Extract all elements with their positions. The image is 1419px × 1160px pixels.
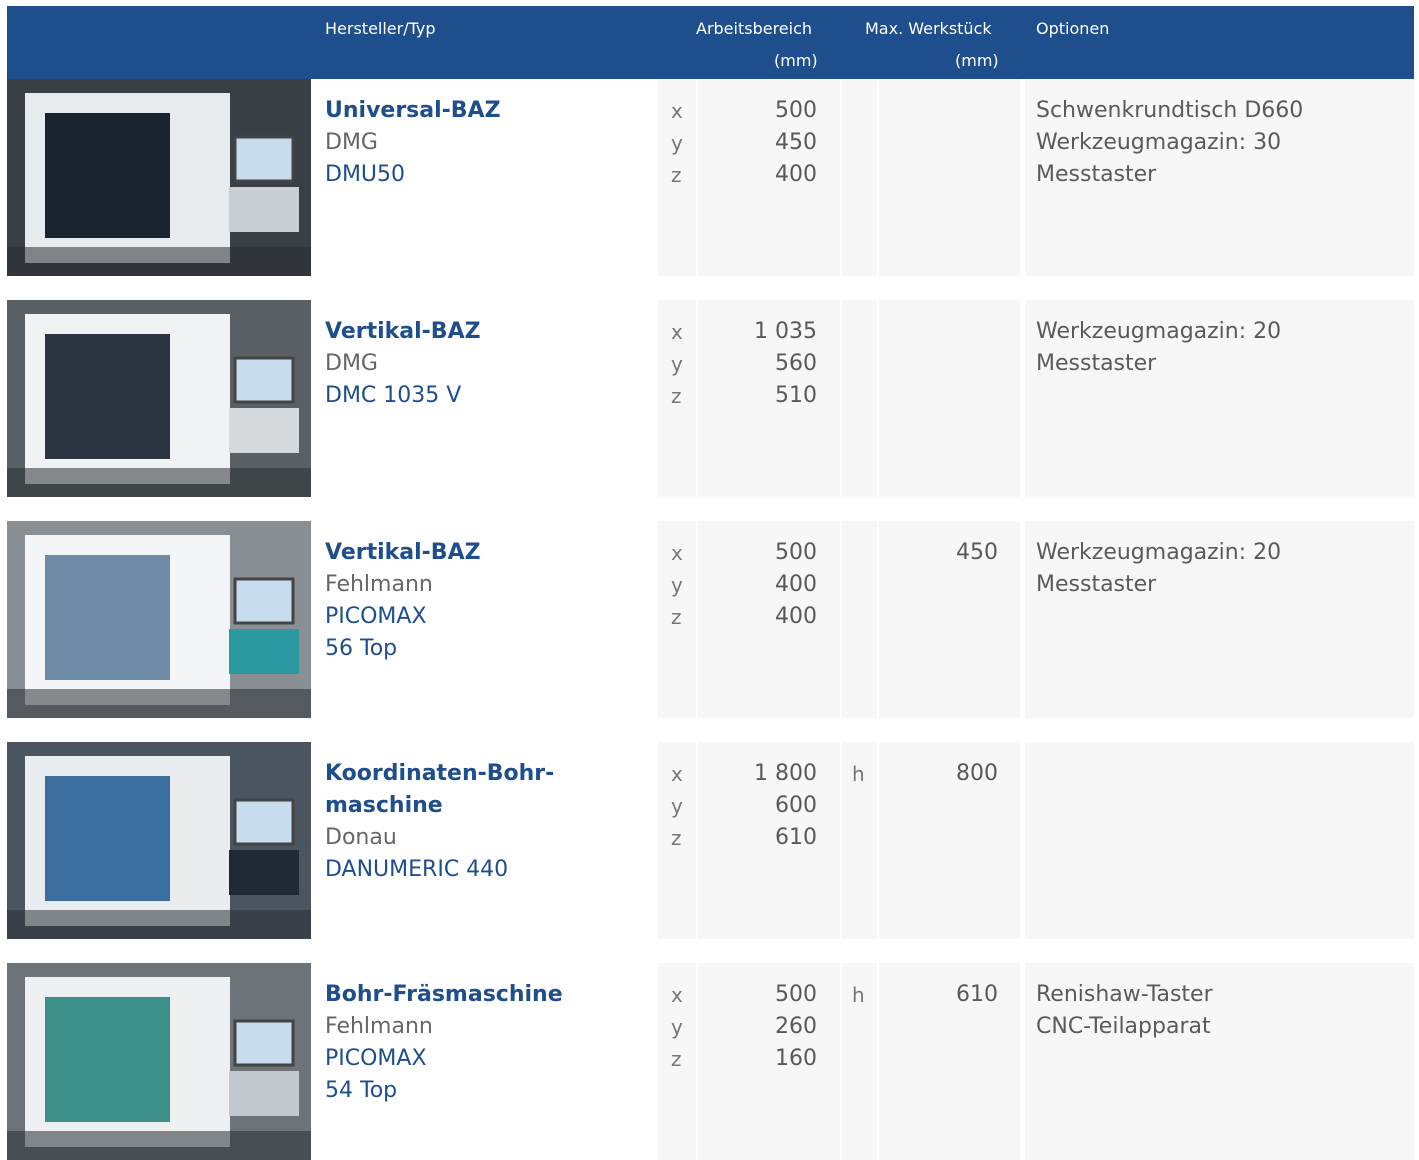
machine-type: Bohr-Fräsmaschine xyxy=(325,982,563,1007)
machine-type: Vertikal-BAZ xyxy=(325,319,481,344)
option-item: CNC-Teilapparat xyxy=(1036,1014,1211,1039)
axis-label: x xyxy=(671,762,683,786)
machine-type: Koordinaten-Bohr- xyxy=(325,761,555,786)
option-item: Messtaster xyxy=(1036,162,1157,187)
axis-label: x xyxy=(671,99,683,123)
working-range-value: 1 035 xyxy=(754,319,817,344)
working-range-value: 1 800 xyxy=(754,761,817,786)
table-row: Koordinaten-Bohr-maschine Donau DANUMERIC … xyxy=(7,742,1414,939)
manufacturer: DMG xyxy=(325,130,378,155)
axis-label: z xyxy=(671,1047,682,1071)
model-name: DMC 1035 V xyxy=(325,383,462,408)
model-name: 54 Top xyxy=(325,1078,398,1103)
working-range-value: 400 xyxy=(775,572,817,597)
working-range-value: 500 xyxy=(775,98,817,123)
table-header: Hersteller/Typ Arbeitsbereich (mm) Max. … xyxy=(7,6,1414,79)
machine-illustration xyxy=(7,300,311,497)
table-cell xyxy=(879,79,1020,276)
table-cell xyxy=(698,79,840,276)
machine-type: Vertikal-BAZ xyxy=(325,540,481,565)
table-cell xyxy=(842,300,877,497)
axis-label: y xyxy=(671,1015,683,1039)
table-cell xyxy=(842,521,877,718)
table-cell xyxy=(1025,742,1414,939)
working-range-value: 400 xyxy=(775,162,817,187)
axis-label: x xyxy=(671,983,683,1007)
working-range-value: 560 xyxy=(775,351,817,376)
table-row: Vertikal-BAZ Fehlmann PICOMAX 56 Top x 500 y 40… xyxy=(7,521,1414,718)
table-cell xyxy=(879,742,1020,939)
table-cell xyxy=(879,963,1020,1160)
manufacturer: DMG xyxy=(325,351,378,376)
model-name: PICOMAX xyxy=(325,1046,427,1071)
option-item: Messtaster xyxy=(1036,572,1157,597)
model-name: PICOMAX xyxy=(325,604,427,629)
model-name: DMU50 xyxy=(325,162,406,187)
workpiece-axis-label: h xyxy=(852,762,865,786)
table-row: Bohr-Fräsmaschine Fehlmann PICOMAX 54 Top x 5… xyxy=(7,963,1414,1160)
axis-label: x xyxy=(671,541,683,565)
workpiece-axis-label: h xyxy=(852,983,865,1007)
axis-label: y xyxy=(671,352,683,376)
machine-photo xyxy=(7,300,311,497)
option-item: Werkzeugmagazin: 30 xyxy=(1036,130,1282,155)
machine-photo xyxy=(7,79,311,276)
machine-illustration xyxy=(7,521,311,718)
table-cell xyxy=(698,963,840,1160)
option-item: Schwenkrundtisch D660 xyxy=(1036,98,1304,123)
working-range-value: 260 xyxy=(775,1014,817,1039)
table-row: Vertikal-BAZ DMG DMC 1035 V x 1 035 y 560 z 510 W… xyxy=(7,300,1414,497)
axis-label: y xyxy=(671,573,683,597)
table-row: Universal-BAZ DMG DMU50 x 500 y 450 z 400 Schwenk… xyxy=(7,79,1414,276)
machine-type: Universal-BAZ xyxy=(325,98,501,123)
manufacturer: Fehlmann xyxy=(325,1014,433,1039)
axis-label: z xyxy=(671,605,682,629)
header-range: Arbeitsbereich xyxy=(696,19,813,38)
table-cell xyxy=(879,300,1020,497)
machine-type: maschine xyxy=(325,793,443,818)
axis-label: z xyxy=(671,826,682,850)
machine-illustration xyxy=(7,963,311,1160)
working-range-value: 600 xyxy=(775,793,817,818)
table-cell xyxy=(698,521,840,718)
table-cell xyxy=(842,79,877,276)
axis-label: y xyxy=(671,131,683,155)
header-workpiece-unit: (mm) xyxy=(955,51,999,70)
manufacturer: Donau xyxy=(325,825,397,850)
manufacturer: Fehlmann xyxy=(325,572,433,597)
header-workpiece: Max. Werkstück xyxy=(865,19,992,38)
axis-label: z xyxy=(671,163,682,187)
working-range-value: 500 xyxy=(775,540,817,565)
header-type: Hersteller/Typ xyxy=(325,19,436,38)
working-range-value: 450 xyxy=(775,130,817,155)
machine-photo xyxy=(7,521,311,718)
option-item: Werkzeugmagazin: 20 xyxy=(1036,319,1282,344)
machine-photo xyxy=(7,742,311,939)
header-range-unit: (mm) xyxy=(774,51,818,70)
working-range-value: 610 xyxy=(775,825,817,850)
header-options: Optionen xyxy=(1036,19,1110,38)
option-item: Messtaster xyxy=(1036,351,1157,376)
axis-label: y xyxy=(671,794,683,818)
workpiece-value: 450 xyxy=(956,540,998,565)
machine-illustration xyxy=(7,79,311,276)
workpiece-value: 800 xyxy=(956,761,998,786)
option-item: Renishaw-Taster xyxy=(1036,982,1213,1007)
machine-illustration xyxy=(7,742,311,939)
working-range-value: 400 xyxy=(775,604,817,629)
model-name: 56 Top xyxy=(325,636,398,661)
model-name: DANUMERIC 440 xyxy=(325,857,509,882)
table-cell xyxy=(879,521,1020,718)
working-range-value: 510 xyxy=(775,383,817,408)
working-range-value: 160 xyxy=(775,1046,817,1071)
option-item: Werkzeugmagazin: 20 xyxy=(1036,540,1282,565)
machine-photo xyxy=(7,963,311,1160)
axis-label: z xyxy=(671,384,682,408)
working-range-value: 500 xyxy=(775,982,817,1007)
axis-label: x xyxy=(671,320,683,344)
workpiece-value: 610 xyxy=(956,982,998,1007)
